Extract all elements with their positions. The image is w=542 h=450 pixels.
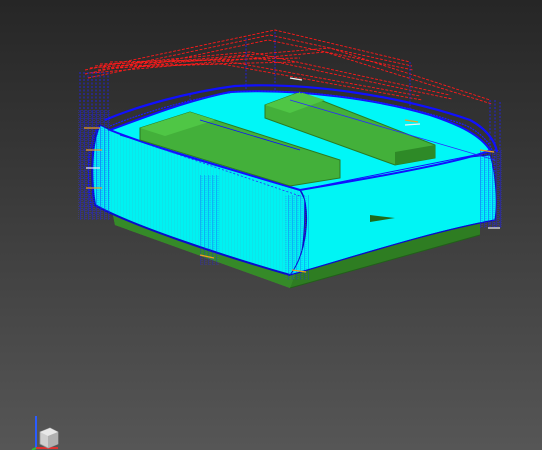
view-orientation-cube-icon[interactable] bbox=[28, 410, 64, 450]
graphics-viewport[interactable] bbox=[0, 0, 542, 450]
cam-model-scene[interactable] bbox=[0, 0, 542, 450]
